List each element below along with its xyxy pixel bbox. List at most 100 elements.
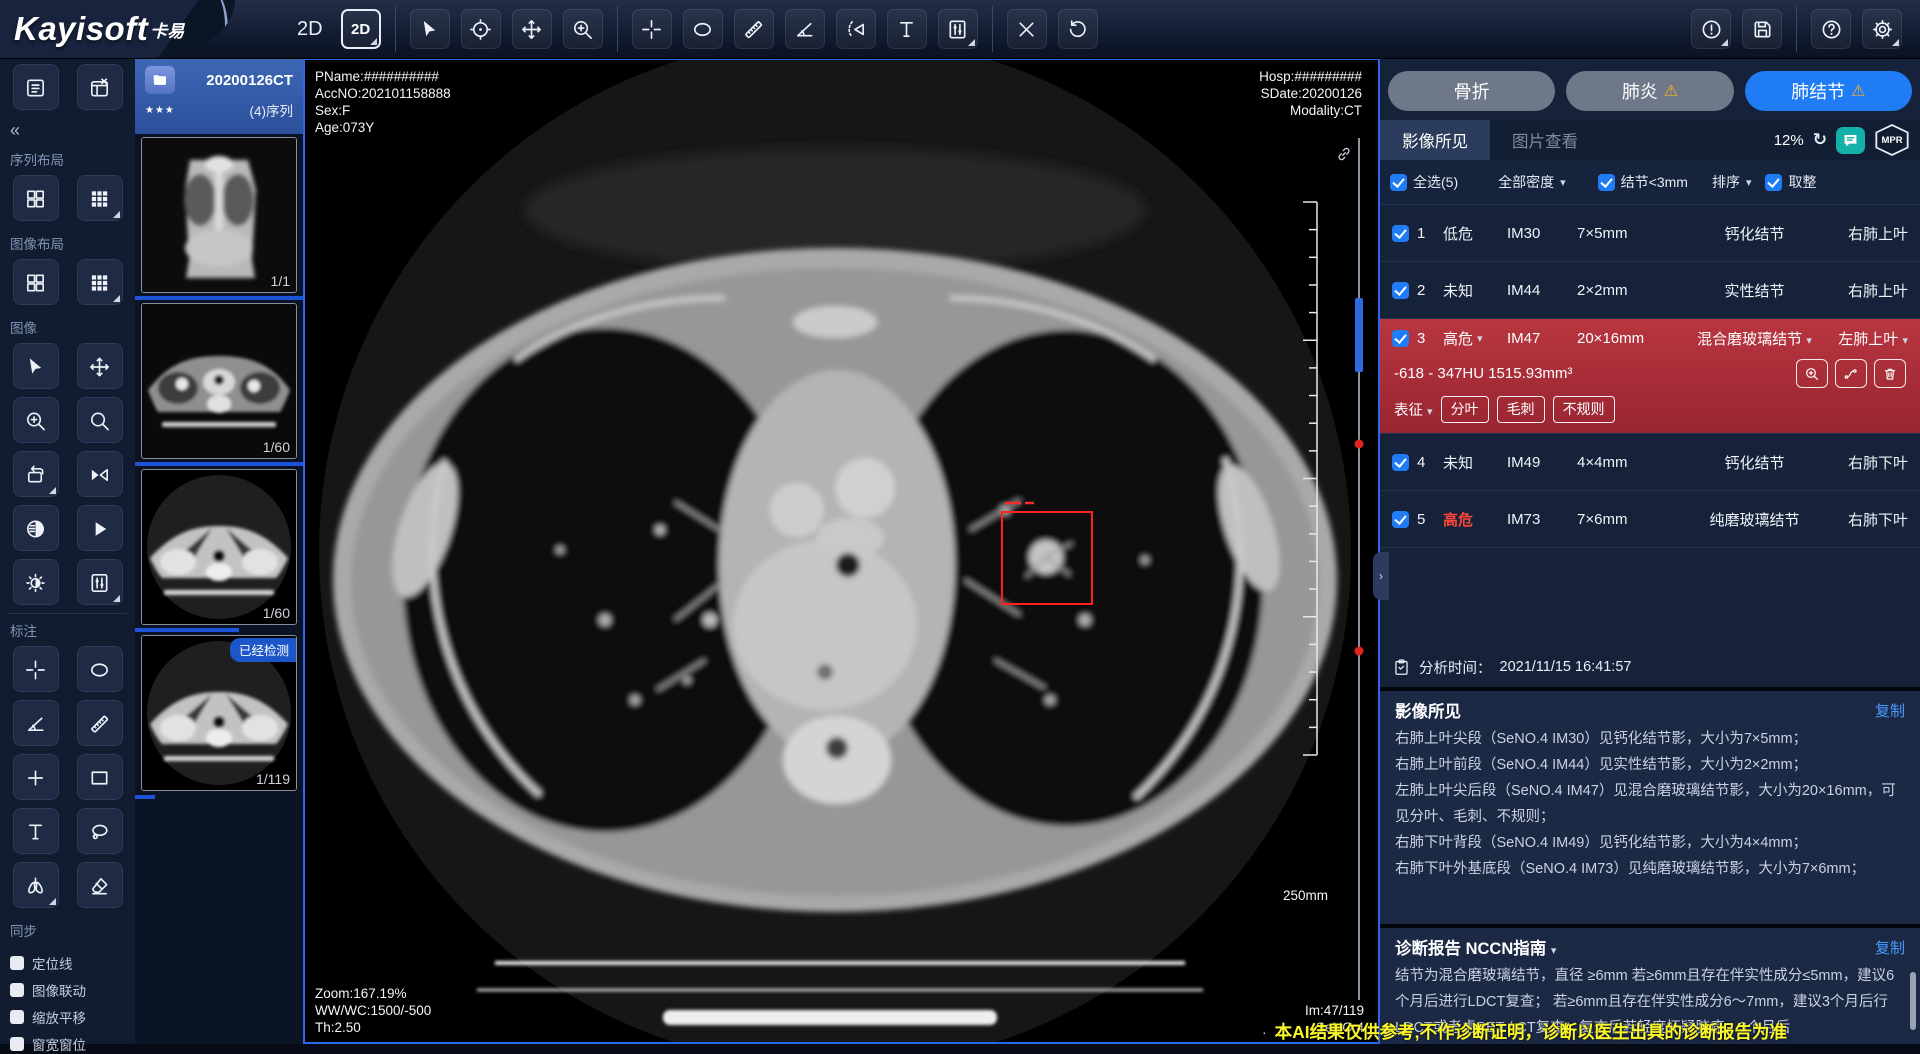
localize-tool-button[interactable] [461,9,501,49]
help-button[interactable] [1811,9,1851,49]
layout-2d-button[interactable]: 2D [341,9,381,49]
location-dropdown[interactable]: 左肺上叶 ▾ [1824,328,1908,349]
nodule-row-4[interactable]: 4 未知 IM49 4×4mm 钙化结节 右肺下叶 [1380,434,1920,491]
close-series-button[interactable] [77,64,123,110]
anno-crosshair-button[interactable] [13,646,59,692]
ruler-tool-button[interactable] [734,9,774,49]
rail-zoom-in-button[interactable] [13,397,59,443]
series-thumbnail-detected[interactable]: 已经检测 1/119 [141,635,297,791]
checkbox[interactable] [1390,174,1407,191]
anno-text-button[interactable] [13,808,59,854]
nodule-checkbox[interactable] [1392,330,1409,347]
crosshair-tool-button[interactable] [632,9,672,49]
feature-dropdown[interactable]: 表征 ▾ [1394,399,1433,420]
cobb-angle-tool-button[interactable] [836,9,876,49]
ai-result-panel: › 骨折 肺炎⚠ 肺结节⚠ 影像所见 图片查看 12% ↻ MPR 全选(5) … [1380,58,1920,1044]
rail-window-level-button[interactable] [77,559,123,605]
image-grid-2x2-button[interactable] [13,259,59,305]
rail-pointer-button[interactable] [13,343,59,389]
sync-checkbox-window[interactable] [10,1037,24,1051]
rail-brightness-button[interactable] [13,559,59,605]
rail-rotate-button[interactable] [13,451,59,497]
sync-checkbox-image-link[interactable] [10,983,24,997]
ct-viewport[interactable]: PName:########## AccNO:202101158888 Sex:… [303,58,1380,1044]
type-dropdown[interactable]: 混合磨玻璃结节 ▾ [1685,328,1824,349]
anno-cross-button[interactable] [13,754,59,800]
tab-fracture[interactable]: 骨折 [1388,71,1555,111]
feature-tag-lobulation[interactable]: 分叶 [1441,396,1489,423]
series-thumbnail-lung[interactable]: 1/60 [141,469,297,625]
tab-lung-nodule[interactable]: 肺结节⚠ [1745,71,1912,111]
series-list-button[interactable] [13,64,59,110]
link-icon[interactable] [1334,144,1354,169]
copy-findings-link[interactable]: 复制 [1875,700,1905,721]
small-nodule-checkbox[interactable]: 结节<3mm [1598,172,1688,192]
panel-collapse-handle[interactable]: › [1373,552,1389,600]
feature-tag-irregular[interactable]: 不规则 [1553,396,1615,423]
anno-angle-button[interactable] [13,700,59,746]
mpr-button[interactable]: MPR [1874,124,1910,156]
nodule-row-5[interactable]: 5 高危 IM73 7×6mm 纯磨玻璃结节 右肺下叶 [1380,491,1920,548]
followup-compare-button[interactable] [1835,359,1867,388]
save-button[interactable] [1742,9,1782,49]
alert-button[interactable] [1691,9,1731,49]
lung-segment-button[interactable] [13,862,59,908]
eraser-button[interactable] [77,862,123,908]
delete-annotation-button[interactable] [1007,9,1047,49]
select-all-checkbox[interactable]: 全选(5) [1390,172,1458,192]
nodule-row-1[interactable]: 1 低危 IM30 7×5mm 钙化结节 右肺上叶 [1380,205,1920,262]
refresh-icon[interactable]: ↻ [1813,130,1827,150]
caret-down-icon: ▾ [1477,332,1483,345]
collapse-rail-button[interactable]: « [8,118,127,145]
brightness-icon [24,571,47,594]
delete-nodule-button[interactable] [1874,359,1906,388]
copy-report-link[interactable]: 复制 [1875,937,1905,958]
settings-button[interactable] [1862,9,1902,49]
rail-pan-button[interactable] [77,343,123,389]
nodule-row-3-selected[interactable]: 3 高危▾ IM47 20×16mm 混合磨玻璃结节 ▾ 左肺上叶 ▾ -618… [1380,319,1920,434]
anno-rect-button[interactable] [77,754,123,800]
round-checkbox[interactable]: 取整 [1765,172,1816,192]
checkbox[interactable] [1765,174,1782,191]
sync-checkbox-localizer[interactable] [10,956,24,970]
series-thumbnail-scout[interactable]: 1/1 [141,137,297,293]
window-level-button[interactable] [938,9,978,49]
report-title[interactable]: 诊断报告 NCCN指南 ▾ [1395,935,1556,959]
zoom-tool-button[interactable] [563,9,603,49]
pointer-tool-button[interactable] [410,9,450,49]
nodule-checkbox[interactable] [1392,282,1409,299]
tab-pneumonia[interactable]: 肺炎⚠ [1566,71,1733,111]
checkbox[interactable] [1598,174,1615,191]
pan-tool-button[interactable] [512,9,552,49]
series-grid-3x3-button[interactable] [77,175,123,221]
nodule-checkbox[interactable] [1392,511,1409,528]
risk-dropdown[interactable]: 高危▾ [1443,328,1507,349]
series-thumbnail-neck[interactable]: 1/60 [141,303,297,459]
image-grid-3x3-button[interactable] [77,259,123,305]
sync-checkbox-zoom-pan[interactable] [10,1010,24,1024]
anno-lasso-button[interactable] [77,808,123,854]
play-icon [88,517,111,540]
text-annotation-button[interactable] [887,9,927,49]
rail-flip-button[interactable] [77,451,123,497]
ellipse-tool-button[interactable] [683,9,723,49]
report-chip-icon[interactable] [1836,127,1865,154]
rail-magnifier-button[interactable] [77,397,123,443]
study-header[interactable]: 20200126CT ★★★ (4)序列 [135,58,303,134]
anno-ruler-button[interactable] [77,700,123,746]
nodule-checkbox[interactable] [1392,454,1409,471]
tab-findings[interactable]: 影像所见 [1380,120,1490,160]
locate-nodule-button[interactable] [1796,359,1828,388]
series-grid-2x2-button[interactable] [13,175,59,221]
density-dropdown[interactable]: 全部密度▾ [1498,172,1566,192]
anno-ellipse-button[interactable] [77,646,123,692]
nodule-row-2[interactable]: 2 未知 IM44 2×2mm 实性结节 右肺上叶 [1380,262,1920,319]
angle-tool-button[interactable] [785,9,825,49]
tab-image-view[interactable]: 图片查看 [1490,120,1600,160]
reset-button[interactable] [1058,9,1098,49]
rail-cine-play-button[interactable] [77,505,123,551]
feature-tag-spiculation[interactable]: 毛刺 [1497,396,1545,423]
nodule-checkbox[interactable] [1392,225,1409,242]
rail-invert-button[interactable] [13,505,59,551]
sort-dropdown[interactable]: 排序▾ [1712,172,1752,192]
